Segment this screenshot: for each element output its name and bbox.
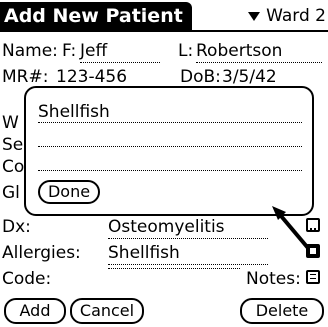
title-bar: Add New Patient Ward 2 — [0, 0, 328, 32]
allergies-note-icon[interactable] — [306, 244, 320, 258]
last-name-label: L: — [178, 41, 194, 61]
form-title: Add New Patient — [0, 2, 192, 30]
dx-label: Dx: — [2, 217, 31, 237]
first-name-field[interactable]: Jeff — [80, 40, 160, 63]
category-picker[interactable]: Ward 2 — [248, 4, 326, 28]
delete-button[interactable]: Delete — [240, 298, 324, 324]
dx-field[interactable]: Osteomyelitis — [108, 216, 268, 239]
code-field[interactable] — [108, 268, 240, 269]
allergies-field[interactable]: Shellfish — [108, 242, 268, 265]
done-button[interactable]: Done — [38, 180, 100, 204]
dropdown-triangle-icon — [248, 11, 261, 21]
cancel-button[interactable]: Cancel — [70, 298, 144, 324]
mrn-label: MR#: — [2, 67, 49, 87]
code-label: Code: — [2, 269, 52, 289]
name-label: Name: — [2, 41, 58, 61]
notes-icon[interactable] — [306, 270, 320, 284]
notes-label: Notes: — [246, 269, 301, 289]
note-line-1 — [38, 122, 302, 123]
category-value: Ward 2 — [266, 6, 326, 26]
covered-label-4: Gl — [2, 183, 20, 203]
note-text[interactable]: Shellfish — [38, 102, 110, 122]
first-name-label: F: — [62, 41, 77, 61]
dob-label: DoB: — [180, 67, 221, 87]
covered-label-1: W — [2, 113, 19, 133]
note-popup: Shellfish Done — [24, 86, 314, 216]
last-name-field[interactable]: Robertson — [196, 40, 322, 63]
covered-label-3: Co — [2, 157, 25, 177]
add-button[interactable]: Add — [4, 298, 66, 324]
title-underline — [0, 30, 328, 32]
covered-label-2: Se — [2, 135, 24, 155]
note-line-3 — [38, 170, 302, 171]
note-line-2 — [38, 146, 302, 147]
allergies-label: Allergies: — [2, 243, 81, 263]
